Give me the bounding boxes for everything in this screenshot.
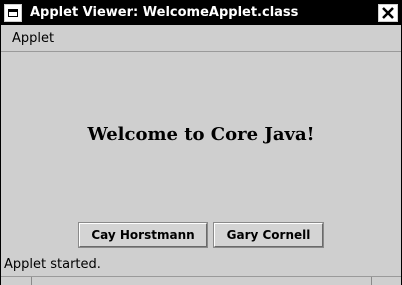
welcome-message: Welcome to Core Java! [87, 124, 315, 145]
status-bar: Applet started. [1, 254, 401, 276]
applet-viewer-window: Applet Viewer: WelcomeApplet.class Apple… [0, 0, 402, 285]
window-bottom-border [1, 276, 401, 285]
window-title: Applet Viewer: WelcomeApplet.class [30, 5, 299, 20]
menu-bar: Applet [1, 25, 401, 52]
close-icon [382, 7, 394, 19]
gary-cornell-button[interactable]: Gary Cornell [213, 222, 324, 248]
title-bar[interactable]: Applet Viewer: WelcomeApplet.class [1, 1, 401, 25]
resize-handle-right[interactable] [371, 277, 372, 285]
resize-handle-left[interactable] [31, 277, 32, 285]
close-button[interactable] [378, 4, 398, 22]
applet-panel: Welcome to Core Java! Cay Horstmann Gary… [1, 53, 401, 254]
status-text: Applet started. [4, 257, 101, 272]
window-menu-icon [8, 9, 18, 17]
menu-applet[interactable]: Applet [12, 31, 54, 47]
window-menu-button[interactable] [4, 4, 22, 22]
cay-horstmann-button[interactable]: Cay Horstmann [78, 222, 208, 248]
